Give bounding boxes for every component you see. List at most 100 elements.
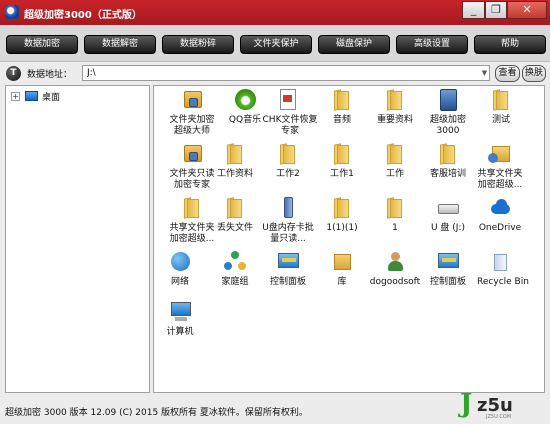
file-item[interactable]: 测试 bbox=[475, 88, 527, 148]
file-grid: 文件夹加密超级大师 QQ音乐 CHK文件恢复专家 音频 重要资料 超级加密300… bbox=[153, 85, 545, 393]
qq-music-icon bbox=[232, 88, 258, 112]
file-item[interactable]: 家庭组 bbox=[209, 250, 261, 310]
homegroup-icon bbox=[222, 250, 248, 274]
folder-protect-button[interactable]: 文件夹保护 bbox=[240, 35, 312, 54]
watermark-text: z5u bbox=[477, 395, 513, 416]
folder-icon bbox=[222, 196, 248, 220]
file-item[interactable]: 重要资料 bbox=[369, 88, 421, 148]
desktop-icon bbox=[25, 91, 38, 101]
file-item[interactable]: CHK文件恢复专家 bbox=[261, 88, 319, 148]
watermark-domain: JZ5U.COM bbox=[486, 414, 512, 420]
app-logo-icon bbox=[5, 5, 19, 19]
recycle-bin-icon bbox=[487, 250, 513, 274]
folder-lock-icon bbox=[179, 142, 205, 166]
file-item-label: 库 bbox=[337, 277, 347, 287]
address-input[interactable] bbox=[82, 65, 490, 81]
library-icon bbox=[329, 250, 355, 274]
computer-icon bbox=[167, 300, 193, 324]
folder-icon bbox=[329, 88, 355, 112]
folder-icon bbox=[275, 142, 301, 166]
file-item[interactable]: 丢失文件 bbox=[209, 196, 261, 256]
file-item[interactable]: 控制面板 bbox=[262, 250, 314, 310]
file-item[interactable]: 控制面板 bbox=[422, 250, 474, 310]
address-bar: T 数据地址： ▼ 查看 换肤 bbox=[0, 62, 550, 84]
file-item-label: 网络 bbox=[170, 277, 189, 287]
help-button[interactable]: 帮助 bbox=[474, 35, 546, 54]
file-item-label: dogoodsoft bbox=[369, 277, 421, 287]
drive-icon bbox=[435, 196, 461, 220]
shred-data-button[interactable]: 数据粉碎 bbox=[162, 35, 234, 54]
file-item[interactable]: 文件夹加密超级大师 bbox=[166, 88, 218, 148]
file-item[interactable]: Recycle Bin bbox=[474, 250, 532, 310]
file-item-label: 文件夹加密超级大师 bbox=[169, 115, 215, 136]
file-item-label: 工作资料 bbox=[216, 169, 253, 179]
file-item-label: CHK文件恢复专家 bbox=[262, 115, 318, 136]
share-folder-icon bbox=[487, 142, 513, 166]
control-panel-icon bbox=[435, 250, 461, 274]
file-item[interactable]: U盘内存卡批量只读... bbox=[262, 196, 314, 256]
watermark-j: J bbox=[460, 389, 473, 419]
file-item-label: 丢失文件 bbox=[216, 223, 253, 233]
usb-icon bbox=[275, 196, 301, 220]
disk-protect-button[interactable]: 磁盘保护 bbox=[318, 35, 390, 54]
file-item[interactable]: dogoodsoft bbox=[369, 250, 421, 310]
file-item[interactable]: 工作2 bbox=[262, 142, 314, 202]
window-title: 超级加密3000（正式版） bbox=[24, 10, 142, 21]
folder-icon bbox=[222, 142, 248, 166]
folder-icon bbox=[329, 196, 355, 220]
address-info-icon: T bbox=[6, 66, 21, 81]
chk-file-icon bbox=[274, 88, 300, 112]
control-panel-icon bbox=[275, 250, 301, 274]
file-item[interactable]: 客服培训 bbox=[422, 142, 474, 202]
file-item[interactable]: 工作 bbox=[369, 142, 421, 202]
file-item-label: U盘内存卡批量只读... bbox=[262, 223, 314, 244]
decrypt-data-button[interactable]: 数据解密 bbox=[84, 35, 156, 54]
tree-item-label: 桌面 bbox=[42, 93, 61, 103]
folder-tree: + 桌面 bbox=[5, 85, 150, 393]
file-item[interactable]: 工作资料 bbox=[209, 142, 261, 202]
super-encrypt-icon bbox=[435, 88, 461, 112]
file-item-label: 共享文件夹加密超级... bbox=[477, 169, 523, 190]
skin-button[interactable]: 换肤 bbox=[522, 65, 546, 82]
file-item-label: U 盘 (J:) bbox=[430, 223, 466, 233]
file-item-label: OneDrive bbox=[478, 223, 522, 233]
file-item[interactable]: 超级加密3000 bbox=[422, 88, 474, 148]
advanced-settings-button[interactable]: 高级设置 bbox=[396, 35, 468, 54]
maximize-button[interactable]: ❐ bbox=[485, 1, 507, 19]
file-item-label: 测试 bbox=[491, 115, 510, 125]
folder-icon bbox=[435, 142, 461, 166]
address-dropdown-icon[interactable]: ▼ bbox=[480, 67, 489, 79]
file-item[interactable]: 1(1)(1) bbox=[316, 196, 368, 256]
file-item[interactable]: 工作1 bbox=[316, 142, 368, 202]
folder-icon bbox=[179, 196, 205, 220]
close-button[interactable]: ✕ bbox=[507, 1, 547, 19]
file-item-label: 超级加密3000 bbox=[429, 115, 466, 136]
folder-icon bbox=[382, 196, 408, 220]
file-item[interactable]: 音频 bbox=[316, 88, 368, 148]
file-item-label: 控制面板 bbox=[269, 277, 306, 287]
user-icon bbox=[382, 250, 408, 274]
status-bar: 超级加密 3000 版本 12.09 (C) 2015 版权所有 夏冰软件。保留… bbox=[5, 408, 308, 418]
file-item-label: 工作2 bbox=[276, 169, 300, 179]
file-item-label: 工作 bbox=[385, 169, 404, 179]
onedrive-icon bbox=[487, 196, 513, 220]
folder-lock-icon bbox=[179, 88, 205, 112]
file-item[interactable]: 库 bbox=[316, 250, 368, 310]
folder-icon bbox=[382, 88, 408, 112]
folder-icon bbox=[488, 88, 514, 112]
watermark-logo: J z5u JZ5U.COM bbox=[460, 389, 546, 422]
file-item[interactable]: 1 bbox=[369, 196, 421, 256]
encrypt-data-button[interactable]: 数据加密 bbox=[6, 35, 78, 54]
file-item-label: Recycle Bin bbox=[477, 277, 529, 287]
file-item[interactable]: OneDrive bbox=[474, 196, 526, 256]
minimize-button[interactable]: _ bbox=[462, 1, 485, 19]
file-item-label: 计算机 bbox=[166, 327, 194, 337]
file-item-label: 1(1)(1) bbox=[326, 223, 358, 233]
file-item[interactable]: U 盘 (J:) bbox=[422, 196, 474, 256]
file-item[interactable]: 计算机 bbox=[154, 300, 206, 360]
main-toolbar: 数据加密 数据解密 数据粉碎 文件夹保护 磁盘保护 高级设置 帮助 bbox=[0, 25, 550, 62]
title-bar: 超级加密3000（正式版） _ ❐ ✕ bbox=[0, 0, 550, 25]
view-button[interactable]: 查看 bbox=[495, 65, 520, 82]
file-item[interactable]: 共享文件夹加密超级... bbox=[474, 142, 526, 202]
tree-expand-icon[interactable]: + bbox=[11, 92, 20, 101]
